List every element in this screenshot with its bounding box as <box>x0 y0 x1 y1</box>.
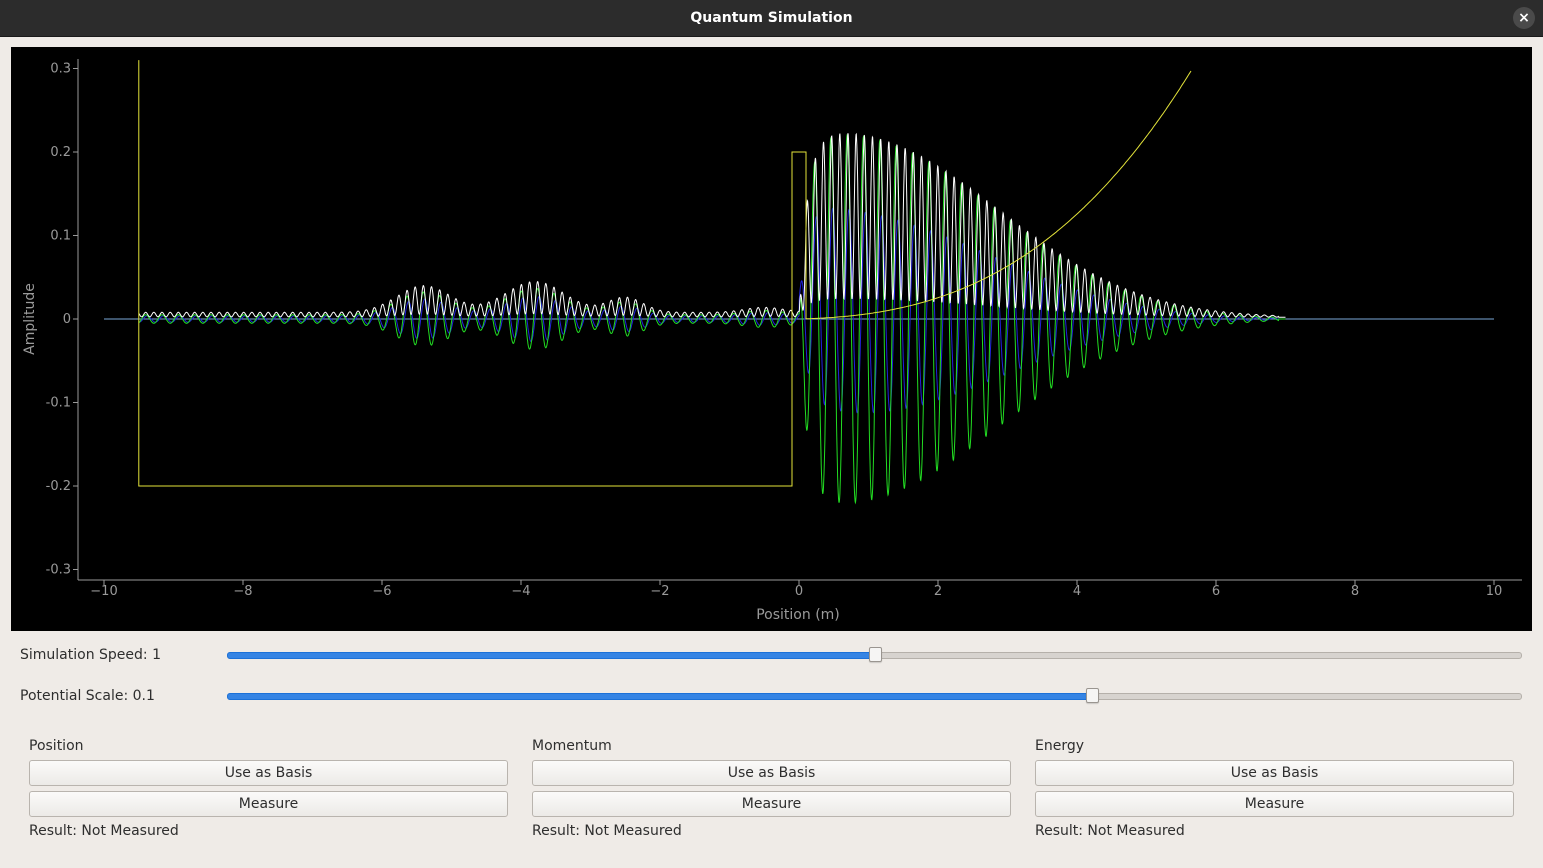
x-tick-label: 0 <box>795 584 803 599</box>
potential-scale-slider[interactable] <box>227 686 1522 706</box>
window-title: Quantum Simulation <box>690 10 853 26</box>
position-measure-button[interactable]: Measure <box>29 791 508 817</box>
energy-measure-button[interactable]: Measure <box>1035 791 1514 817</box>
energy-use-as-basis-button[interactable]: Use as Basis <box>1035 760 1514 786</box>
close-icon[interactable]: × <box>1513 7 1535 29</box>
plot-curves <box>104 60 1494 505</box>
y-tick-label: -0.1 <box>46 396 71 411</box>
x-tick-label: 6 <box>1212 584 1220 599</box>
position-group-title: Position <box>29 738 84 754</box>
momentum-result: Result: Not Measured <box>532 823 682 839</box>
slider-fill <box>227 693 1094 700</box>
wavefunction-plot: −10 −8 −6 −4 −2 0 2 4 6 8 10 -0.3 -0.2 -0.1 0 0.1 0.2 0.3… <box>11 47 1532 631</box>
energy-group-title: Energy <box>1035 738 1085 754</box>
x-tick-label: −2 <box>650 584 669 599</box>
potential-scale-label: Potential Scale: 0.1 <box>20 688 155 704</box>
position-use-as-basis-button[interactable]: Use as Basis <box>29 760 508 786</box>
x-tick-label: −6 <box>372 584 391 599</box>
window-titlebar: Quantum Simulation × <box>0 0 1543 37</box>
potential-curve <box>138 60 1192 487</box>
momentum-measure-button[interactable]: Measure <box>532 791 1011 817</box>
energy-result: Result: Not Measured <box>1035 823 1185 839</box>
slider-fill <box>227 652 877 659</box>
x-tick-label: −8 <box>233 584 252 599</box>
x-tick-label: 4 <box>1073 584 1081 599</box>
position-result: Result: Not Measured <box>29 823 179 839</box>
x-tick-label: 2 <box>934 584 942 599</box>
y-tick-label: 0.3 <box>50 62 71 77</box>
y-tick-label: 0.2 <box>50 145 71 160</box>
simulation-speed-slider[interactable] <box>227 645 1522 665</box>
y-tick-label: 0 <box>63 312 71 327</box>
x-tick-label: −4 <box>511 584 530 599</box>
imaginary-curve <box>138 207 1286 414</box>
y-axis-label: Amplitude <box>22 283 38 355</box>
wavefunction-chart: −10 −8 −6 −4 −2 0 2 4 6 8 10 -0.3 -0.2 -0.1 0 0.1 0.2 0.3… <box>22 59 1522 623</box>
x-tick-label: −10 <box>90 584 117 599</box>
y-tick-label: -0.3 <box>46 563 71 578</box>
x-axis-label: Position (m) <box>756 607 840 623</box>
plot-axes: −10 −8 −6 −4 −2 0 2 4 6 8 10 -0.3 -0.2 -0.1 0 0.1 0.2 0.3 <box>46 59 1522 599</box>
y-tick-label: -0.2 <box>46 479 71 494</box>
simulation-speed-label: Simulation Speed: 1 <box>20 647 161 663</box>
slider-handle[interactable] <box>1086 688 1099 703</box>
momentum-use-as-basis-button[interactable]: Use as Basis <box>532 760 1011 786</box>
magnitude-curve <box>138 132 1286 318</box>
momentum-group-title: Momentum <box>532 738 612 754</box>
x-tick-label: 10 <box>1486 584 1503 599</box>
slider-handle[interactable] <box>869 647 882 662</box>
x-tick-label: 8 <box>1351 584 1359 599</box>
y-tick-label: 0.1 <box>50 229 71 244</box>
